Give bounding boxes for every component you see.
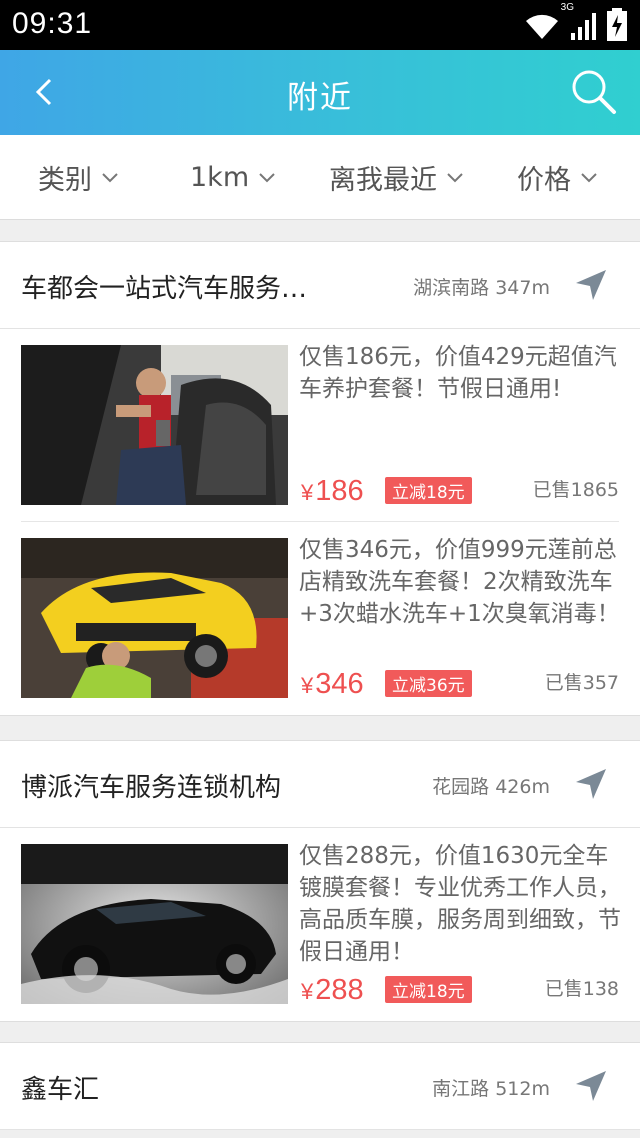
store-name: 鑫车汇 xyxy=(21,1075,100,1105)
wifi-icon xyxy=(526,14,558,40)
deal-item[interactable]: 仅售288元，价值1630元全车镀膜套餐！专业优秀工作人员，高品质车膜，服务周到… xyxy=(0,828,640,1021)
currency-symbol: ¥ xyxy=(301,480,314,505)
store-location: 湖滨南路 347m xyxy=(413,277,550,299)
filter-bar: 类别 1km 离我最近 价格 xyxy=(0,135,640,220)
price-value: 288 xyxy=(315,974,364,1006)
filter-category-label: 类别 xyxy=(38,164,92,196)
store-header[interactable]: 车都会一站式汽车服务… 湖滨南路 347m xyxy=(0,242,640,329)
page-title: 附近 xyxy=(287,80,353,116)
deal-title: 仅售346元，价值999元莲前总店精致洗车套餐！2次精致洗车+3次蜡水洗车+1次… xyxy=(299,537,620,627)
chevron-down-icon xyxy=(447,173,463,183)
deal-price: ¥288 xyxy=(301,974,364,1007)
filter-price[interactable]: 价格 xyxy=(517,135,599,219)
battery-charging-icon xyxy=(607,8,627,41)
filter-sort[interactable]: 离我最近 xyxy=(329,135,465,219)
discount-badge: 立减18元 xyxy=(385,477,472,504)
store-location: 南江路 512m xyxy=(432,1078,550,1100)
deal-price-row: ¥288 立减18元 已售138 xyxy=(299,969,619,1007)
store-card: 车都会一站式汽车服务… 湖滨南路 347m 仅售186元，价值429元超值汽车养… xyxy=(0,241,640,716)
store-name: 车都会一站式汽车服务… xyxy=(21,274,308,304)
deal-item[interactable]: 仅售186元，价值429元超值汽车养护套餐！节假日通用! ¥186 立减18元 … xyxy=(0,329,640,522)
deal-item[interactable]: 仅售346元，价值999元莲前总店精致洗车套餐！2次精致洗车+3次蜡水洗车+1次… xyxy=(0,522,640,715)
filter-sort-label: 离我最近 xyxy=(329,164,437,196)
price-value: 186 xyxy=(315,475,364,507)
deal-image-car-interior-cleaning xyxy=(21,345,288,505)
deal-price: ¥186 xyxy=(301,475,364,508)
navigate-arrow-icon[interactable] xyxy=(572,266,610,304)
status-time: 09:31 xyxy=(12,7,93,40)
store-header[interactable]: 博派汽车服务连锁机构 花园路 426m xyxy=(0,741,640,828)
discount-badge: 立减18元 xyxy=(385,976,472,1003)
status-bar: 09:31 3G xyxy=(0,0,640,50)
search-icon[interactable] xyxy=(568,66,620,118)
sold-count: 已售357 xyxy=(544,672,619,694)
store-header[interactable]: 鑫车汇 南江路 512m xyxy=(0,1043,640,1130)
sold-count: 已售1865 xyxy=(532,479,619,501)
filter-distance[interactable]: 1km xyxy=(190,135,277,219)
deal-title: 仅售288元，价值1630元全车镀膜套餐！专业优秀工作人员，高品质车膜，服务周到… xyxy=(299,843,621,965)
filter-category[interactable]: 类别 xyxy=(38,135,120,219)
store-location: 花园路 426m xyxy=(432,776,550,798)
sold-count: 已售138 xyxy=(544,978,619,1000)
filter-distance-label: 1km xyxy=(190,161,250,193)
deal-price: ¥346 xyxy=(301,668,364,701)
chevron-down-icon xyxy=(259,173,275,183)
store-card: 博派汽车服务连锁机构 花园路 426m 仅售288元，价值1630元全车镀膜套餐… xyxy=(0,740,640,1022)
store-card: 鑫车汇 南江路 512m xyxy=(0,1042,640,1130)
deal-image-yellow-sports-car xyxy=(21,538,288,698)
deal-image-black-sports-car xyxy=(21,844,288,1004)
deal-title: 仅售186元，价值429元超值汽车养护套餐！节假日通用! xyxy=(299,344,617,402)
deal-price-row: ¥186 立减18元 已售1865 xyxy=(299,470,619,508)
currency-symbol: ¥ xyxy=(301,979,314,1004)
discount-badge: 立减36元 xyxy=(385,670,472,697)
filter-price-label: 价格 xyxy=(517,164,571,196)
currency-symbol: ¥ xyxy=(301,673,314,698)
status-icons xyxy=(522,8,628,42)
nav-bar: 附近 xyxy=(0,50,640,135)
price-value: 346 xyxy=(315,668,364,700)
signal-icon xyxy=(571,13,596,40)
store-name: 博派汽车服务连锁机构 xyxy=(21,773,282,803)
navigate-arrow-icon[interactable] xyxy=(572,1067,610,1105)
navigate-arrow-icon[interactable] xyxy=(572,765,610,803)
chevron-down-icon xyxy=(581,173,597,183)
deal-price-row: ¥346 立减36元 已售357 xyxy=(299,663,619,701)
chevron-down-icon xyxy=(102,173,118,183)
